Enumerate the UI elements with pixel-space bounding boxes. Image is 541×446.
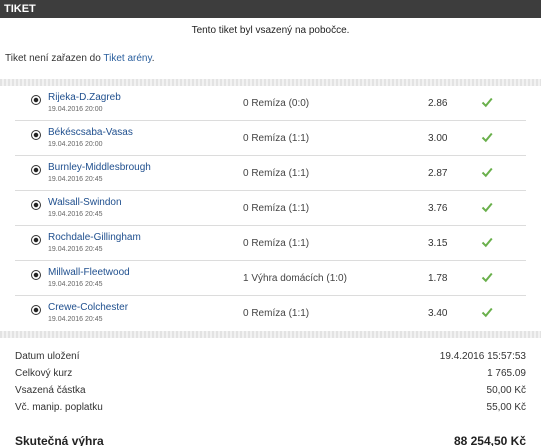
arena-prefix: Tiket není zařazen do <box>5 53 104 64</box>
bet-odds: 1.78 <box>428 273 448 284</box>
checkmark-icon <box>481 97 493 108</box>
football-icon <box>31 165 41 175</box>
match-link[interactable]: Burnley-Middlesbrough <box>48 162 151 173</box>
ticket-title: TIKET <box>4 3 36 15</box>
summary-row-saved: Datum uložení 19.4.2016 15:57:53 <box>15 348 526 365</box>
bet-row: Békéscsaba-Vasas 19.04.2016 20:00 0 Remí… <box>15 121 526 156</box>
football-icon <box>31 270 41 280</box>
match-time: 19.04.2016 20:45 <box>48 316 103 323</box>
divider-stripe <box>0 331 541 338</box>
match-time: 19.04.2016 20:45 <box>48 246 103 253</box>
win-value: 88 254,50 Kč <box>453 434 526 446</box>
rate-value: 1 765.09 <box>487 368 526 379</box>
checkmark-icon <box>481 167 493 178</box>
bet-row: Burnley-Middlesbrough 19.04.2016 20:45 0… <box>15 156 526 191</box>
summary-row-win: Skutečná výhra 88 254,50 Kč <box>15 430 526 446</box>
stake-value: 50,00 Kč <box>486 385 526 396</box>
bet-odds: 3.76 <box>428 203 448 214</box>
match-time: 19.04.2016 20:45 <box>48 211 103 218</box>
bet-row: Rijeka-D.Zagreb 19.04.2016 20:00 0 Remíz… <box>15 86 526 121</box>
match-time: 19.04.2016 20:45 <box>48 281 103 288</box>
summary-row-fee: Vč. manip. poplatku 55,00 Kč <box>15 399 526 416</box>
fee-label: Vč. manip. poplatku <box>15 402 103 413</box>
bet-pick: 0 Remíza (0:0) <box>243 98 310 109</box>
ticket-header: TIKET <box>0 0 541 18</box>
fee-value: 55,00 Kč <box>486 402 526 413</box>
checkmark-icon <box>481 202 493 213</box>
match-link[interactable]: Rochdale-Gillingham <box>48 232 141 243</box>
checkmark-icon <box>481 132 493 143</box>
match-link[interactable]: Walsall-Swindon <box>48 197 122 208</box>
branch-notice: Tento tiket byl vsazený na pobočce. <box>191 25 350 36</box>
match-link[interactable]: Rijeka-D.Zagreb <box>48 92 121 103</box>
match-time: 19.04.2016 20:45 <box>48 176 103 183</box>
bet-row: Rochdale-Gillingham 19.04.2016 20:45 0 R… <box>15 226 526 261</box>
football-icon <box>31 235 41 245</box>
football-icon <box>31 305 41 315</box>
bet-row: Millwall-Fleetwood 19.04.2016 20:45 1 Vý… <box>15 261 526 296</box>
checkmark-icon <box>481 307 493 318</box>
arena-status: Tiket není zařazen do Tiket arény. <box>0 53 541 65</box>
checkmark-icon <box>481 237 493 248</box>
bet-row: Walsall-Swindon 19.04.2016 20:45 0 Remíz… <box>15 191 526 226</box>
summary-row-rate: Celkový kurz 1 765.09 <box>15 365 526 382</box>
bet-row: Crewe-Colchester 19.04.2016 20:45 0 Remí… <box>15 296 526 331</box>
match-time: 19.04.2016 20:00 <box>48 141 103 148</box>
bet-odds: 3.40 <box>428 308 448 319</box>
win-label: Skutečná výhra <box>15 434 104 446</box>
bet-list: Rijeka-D.Zagreb 19.04.2016 20:00 0 Remíz… <box>15 86 526 331</box>
bet-odds: 3.00 <box>428 133 448 144</box>
stake-label: Vsazená částka <box>15 385 86 396</box>
bet-pick: 1 Výhra domácích (1:0) <box>243 273 347 284</box>
bet-pick: 0 Remíza (1:1) <box>243 203 310 214</box>
arena-suffix: . <box>151 53 155 64</box>
ticket-summary: Datum uložení 19.4.2016 15:57:53 Celkový… <box>0 348 541 446</box>
bet-pick: 0 Remíza (1:1) <box>243 308 310 319</box>
bet-odds: 2.87 <box>428 168 448 179</box>
match-link[interactable]: Békéscsaba-Vasas <box>48 127 133 138</box>
rate-label: Celkový kurz <box>15 368 73 379</box>
bet-odds: 2.86 <box>428 98 448 109</box>
divider-stripe <box>0 79 541 86</box>
football-icon <box>31 200 41 210</box>
summary-row-stake: Vsazená částka 50,00 Kč <box>15 382 526 399</box>
football-icon <box>31 95 41 105</box>
bet-odds: 3.15 <box>428 238 448 249</box>
bet-pick: 0 Remíza (1:1) <box>243 238 310 249</box>
arena-link[interactable]: Tiket arény <box>103 53 151 64</box>
match-link[interactable]: Crewe-Colchester <box>48 302 128 313</box>
bet-pick: 0 Remíza (1:1) <box>243 168 310 179</box>
match-link[interactable]: Millwall-Fleetwood <box>48 267 130 278</box>
football-icon <box>31 130 41 140</box>
checkmark-icon <box>481 272 493 283</box>
saved-label: Datum uložení <box>15 351 80 362</box>
bet-pick: 0 Remíza (1:1) <box>243 133 310 144</box>
saved-value: 19.4.2016 15:57:53 <box>439 351 526 362</box>
match-time: 19.04.2016 20:00 <box>48 106 103 113</box>
